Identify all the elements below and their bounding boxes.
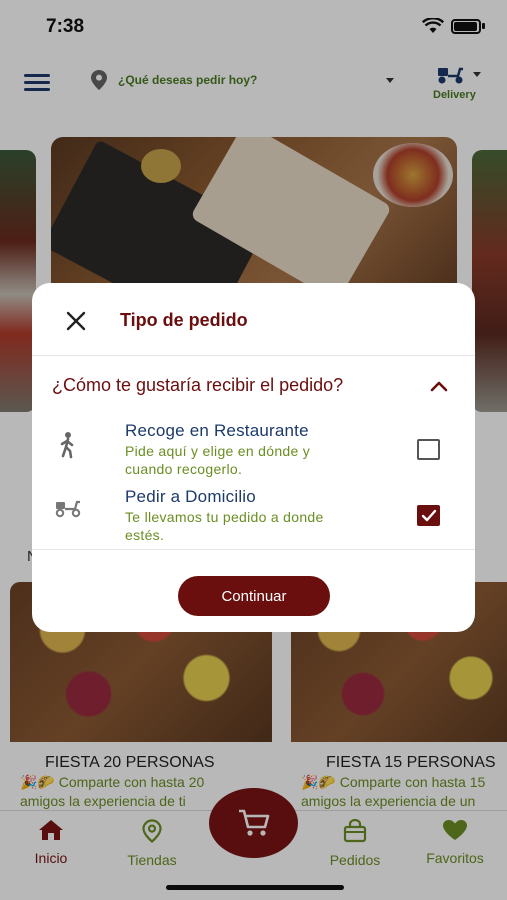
- continue-button[interactable]: Continuar: [178, 576, 330, 616]
- pickup-checkbox[interactable]: [417, 439, 440, 460]
- close-icon[interactable]: [64, 309, 88, 333]
- checkmark-icon: [421, 509, 437, 522]
- option-pickup[interactable]: Recoge en Restaurante Pide aquí y elige …: [32, 421, 475, 483]
- divider: [32, 355, 475, 356]
- walking-person-icon: [60, 432, 74, 459]
- chevron-up-icon[interactable]: [430, 380, 448, 392]
- option-delivery[interactable]: Pedir a Domicilio Te llevamos tu pedido …: [32, 487, 475, 549]
- scooter-icon: [55, 500, 81, 518]
- modal-title: Tipo de pedido: [120, 310, 248, 330]
- divider: [32, 549, 475, 550]
- order-type-modal: Tipo de pedido ¿Cómo te gustaría recibir…: [32, 283, 475, 632]
- option-description: Pide aquí y elige en dónde y cuando reco…: [125, 443, 311, 477]
- option-title: Pedir a Domicilio: [125, 487, 256, 506]
- delivery-checkbox[interactable]: [417, 505, 440, 526]
- modal-question[interactable]: ¿Cómo te gustaría recibir el pedido?: [52, 375, 343, 396]
- option-description: Te llevamos tu pedido a donde estés.: [125, 509, 324, 543]
- option-title: Recoge en Restaurante: [125, 421, 309, 440]
